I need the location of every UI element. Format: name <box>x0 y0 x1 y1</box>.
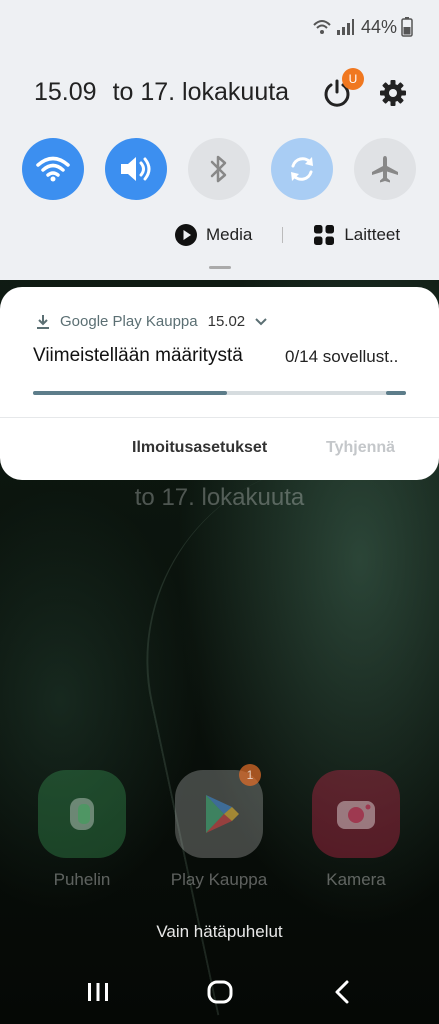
notification-header: Google Play Kauppa 15.02 <box>36 313 267 330</box>
notification-progress-bar <box>33 391 406 395</box>
recent-apps-button[interactable] <box>78 976 118 1008</box>
wifi-tile-icon <box>36 156 70 182</box>
quick-settings-panel: 44% 15.09 to 17. lokakuuta U Media Laitt… <box>0 0 439 280</box>
wifi-toggle[interactable] <box>22 138 84 200</box>
phone-shortcut-label: Puhelin <box>53 870 111 889</box>
chevron-down-icon[interactable] <box>255 317 267 326</box>
notification-time: 15.02 <box>207 313 246 330</box>
lockscreen-app-shortcuts: Puhelin 1 Play Kauppa Kamera <box>0 764 439 900</box>
media-button[interactable]: Media <box>175 224 252 246</box>
panel-time: 15.09 <box>34 78 97 106</box>
play-store-shortcut-label: Play Kauppa <box>170 870 268 889</box>
play-store-icon <box>206 795 239 833</box>
phone-icon <box>70 798 94 830</box>
play-store-badge: 1 <box>239 764 261 786</box>
media-devices-row: Media Laitteet <box>175 222 400 248</box>
emergency-calls-only: Vain hätäpuhelut <box>156 922 283 941</box>
play-icon <box>175 224 197 246</box>
camera-shortcut[interactable]: Kamera <box>306 770 406 890</box>
notification-progress-count: 0/14 sovellust.. <box>285 347 399 366</box>
screen: to 17. lokakuuta Puhelin 1 Play Kauppa K… <box>0 0 439 1024</box>
clear-notifications-button[interactable]: Tyhjennä <box>326 439 395 457</box>
play-store-app-icon: 1 <box>175 764 263 858</box>
media-label: Media <box>206 225 253 244</box>
notification-app-name: Google Play Kauppa <box>60 313 198 330</box>
camera-shortcut-label: Kamera <box>326 870 386 889</box>
phone-app-icon <box>38 770 126 858</box>
media-divider <box>282 227 284 243</box>
progress-fill <box>33 391 227 395</box>
power-button[interactable]: U <box>320 68 364 110</box>
back-icon <box>335 980 349 1004</box>
panel-date: to 17. lokakuuta <box>112 78 290 106</box>
devices-label: Laitteet <box>344 225 401 244</box>
sound-toggle[interactable] <box>105 138 167 200</box>
panel-drag-handle[interactable] <box>209 266 231 269</box>
home-button[interactable] <box>200 976 240 1008</box>
devices-grid-icon <box>314 225 335 245</box>
signal-icon <box>336 19 354 35</box>
back-button[interactable] <box>322 976 362 1008</box>
gear-icon <box>380 80 406 106</box>
bluetooth-icon <box>210 155 227 183</box>
notification-divider <box>0 417 439 418</box>
settings-button[interactable] <box>378 78 408 108</box>
lockscreen-date: to 17. lokakuuta <box>134 484 305 511</box>
recent-apps-icon <box>88 983 108 1001</box>
notification-settings-button[interactable]: Ilmoitusasetukset <box>132 439 267 457</box>
notification-title: Viimeistellään määritystä <box>33 345 243 366</box>
volume-icon <box>121 157 151 181</box>
battery-percentage: 44% <box>360 16 397 37</box>
status-bar: 44% <box>312 14 413 40</box>
devices-button[interactable]: Laitteet <box>313 224 400 246</box>
phone-shortcut[interactable]: Puhelin <box>32 770 132 890</box>
panel-date-time: 15.09 to 17. lokakuuta <box>34 78 289 107</box>
play-store-shortcut[interactable]: 1 Play Kauppa <box>169 764 269 890</box>
bluetooth-toggle[interactable] <box>188 138 250 200</box>
auto-rotate-icon <box>291 157 313 181</box>
wifi-icon <box>313 20 331 34</box>
progress-end-marker <box>386 391 406 395</box>
airplane-mode-toggle[interactable] <box>354 138 416 200</box>
home-icon <box>207 980 233 1004</box>
airplane-icon <box>372 156 398 183</box>
auto-rotate-toggle[interactable] <box>271 138 333 200</box>
camera-icon <box>337 801 375 829</box>
power-update-badge: U <box>342 68 364 90</box>
notification-card[interactable]: Google Play Kauppa 15.02 Viimeistellään … <box>0 287 439 480</box>
battery-icon <box>401 17 413 37</box>
camera-app-icon <box>312 770 400 858</box>
navigation-bar <box>0 960 439 1024</box>
download-icon <box>37 314 49 329</box>
